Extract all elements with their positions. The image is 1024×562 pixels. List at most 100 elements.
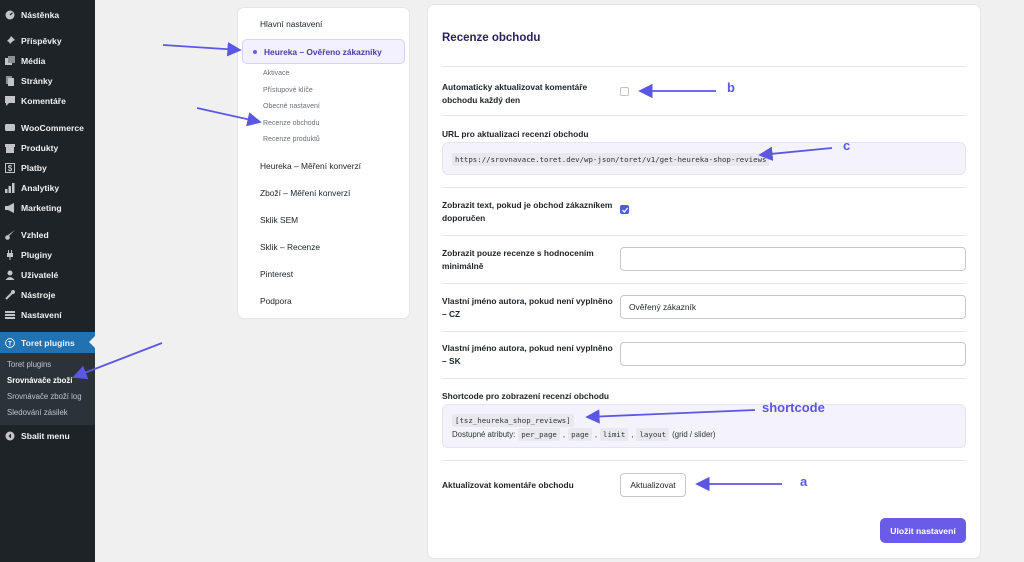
menu-label: Vzhled (21, 230, 49, 240)
menu-label: Analytiky (21, 183, 60, 193)
menu-item-media[interactable]: Média (0, 51, 95, 71)
active-dot-icon (253, 50, 257, 54)
arrow-to-heureka-nav (162, 41, 242, 57)
save-settings-button[interactable]: Uložit nastavení (880, 518, 966, 543)
submenu-item-srovnavace-zbozi[interactable]: Srovnávače zboží (7, 376, 72, 385)
archive-icon (5, 143, 15, 153)
menu-item-appearance[interactable]: Vzhled (0, 225, 95, 245)
menu-label: Příspěvky (21, 36, 62, 46)
svg-text:$: $ (8, 164, 13, 173)
divider (442, 460, 966, 461)
attr-per-page: per_page (518, 428, 560, 441)
url-code[interactable]: https://srovnavace.toret.dev/wp-json/tor… (452, 153, 770, 166)
dollar-icon: $ (5, 163, 15, 173)
menu-item-tools[interactable]: Nástroje (0, 285, 95, 305)
menu-label: Toret plugins (21, 337, 75, 348)
menu-item-dashboard[interactable]: Nástěnka (0, 5, 95, 25)
nav-active-label: Heureka – Ověřeno zákazníky (264, 47, 382, 57)
menu-label: Komentáře (21, 96, 66, 106)
nav-item-pinterest[interactable]: Pinterest (260, 269, 293, 279)
nav-item-zbozi-conversions[interactable]: Zboží – Měření konverzí (260, 188, 350, 198)
menu-label: Platby (21, 163, 47, 173)
media-icon (5, 56, 15, 66)
nav-item-main-settings[interactable]: Hlavní nastavení (260, 19, 322, 29)
dashboard-icon (5, 10, 15, 20)
menu-item-payments[interactable]: $ Platby (0, 158, 95, 178)
auto-update-label: Automaticky aktualizovat komentáře obcho… (442, 82, 588, 105)
submenu-item-sledovani-zasilek[interactable]: Sledování zásilek (7, 408, 68, 417)
author-cz-input[interactable]: Ověřený zákazník (620, 295, 966, 319)
menu-label: Nástěnka (21, 10, 60, 20)
shop-reviews-card: Recenze obchodu Automaticky aktualizovat… (428, 5, 980, 558)
collapse-menu-button[interactable]: Sbalit menu (0, 426, 95, 446)
divider (442, 283, 966, 284)
toret-icon: T (5, 337, 15, 348)
toret-submenu: Toret plugins Srovnávače zboží Srovnávač… (0, 353, 95, 425)
menu-item-toret-plugins[interactable]: T Toret plugins (0, 332, 95, 353)
divider (442, 187, 966, 188)
card-title: Recenze obchodu (442, 32, 541, 44)
nav-item-heureka-conversions[interactable]: Heureka – Měření konverzí (260, 161, 361, 171)
menu-item-posts[interactable]: Příspěvky (0, 31, 95, 51)
nav-sub-access-keys[interactable]: Přístupové klíče (263, 87, 313, 94)
comment-icon (5, 96, 15, 106)
annotation-a: a (800, 474, 808, 489)
divider (442, 66, 966, 67)
annotation-c: c (843, 138, 851, 153)
nav-item-sklik-reviews[interactable]: Sklik – Recenze (260, 242, 320, 252)
nav-item-heureka-overeno[interactable]: Heureka – Ověřeno zákazníky (242, 39, 405, 64)
menu-item-comments[interactable]: Komentáře (0, 91, 95, 111)
settings-icon (5, 310, 15, 320)
divider (442, 115, 966, 116)
attr-page: page (568, 428, 592, 441)
show-text-label: Zobrazit text, pokud je obchod zákazníke… (442, 200, 613, 223)
nav-sub-product-reviews[interactable]: Recenze produktů (263, 136, 320, 143)
shortcode-code[interactable]: [tsz_heureka_shop_reviews] (452, 414, 574, 427)
divider (442, 235, 966, 236)
nav-sub-activation[interactable]: Aktivace (263, 70, 289, 77)
divider (442, 331, 966, 332)
nav-item-sklik-sem[interactable]: Sklik SEM (260, 215, 298, 225)
divider (442, 378, 966, 379)
menu-label: WooCommerce (21, 123, 84, 133)
chart-icon (5, 183, 15, 193)
admin-sidebar: Nástěnka Příspěvky Média Stránky Komentá… (0, 0, 95, 562)
menu-item-users[interactable]: Uživatelé (0, 265, 95, 285)
menu-item-plugins[interactable]: Pluginy (0, 245, 95, 265)
annotation-shortcode: shortcode (762, 400, 825, 415)
menu-label: Nastavení (21, 310, 62, 320)
attr-layout: layout (636, 428, 670, 441)
nav-sub-shop-reviews[interactable]: Recenze obchodu (263, 120, 319, 127)
author-sk-label: Vlastní jméno autora, pokud není vyplněn… (442, 343, 613, 366)
menu-label: Nástroje (21, 290, 56, 300)
user-icon (5, 270, 15, 280)
collapse-icon (5, 431, 15, 441)
menu-item-analytics[interactable]: Analytiky (0, 178, 95, 198)
attr-limit: limit (600, 428, 629, 441)
attrs-suffix: (grid / slider) (672, 430, 716, 439)
menu-label: Uživatelé (21, 270, 59, 280)
menu-item-marketing[interactable]: Marketing (0, 198, 95, 218)
shortcode-box: [tsz_heureka_shop_reviews] Dostupné atri… (442, 404, 966, 448)
url-box: https://srovnavace.toret.dev/wp-json/tor… (442, 142, 966, 175)
menu-label: Sbalit menu (21, 431, 70, 441)
menu-label: Média (21, 56, 46, 66)
min-rating-input[interactable] (620, 247, 966, 271)
nav-sub-general[interactable]: Obecné nastavení (263, 103, 320, 110)
show-text-checkbox[interactable] (620, 205, 629, 214)
shortcode-attributes: Dostupné atributy: per_page, page, limit… (452, 428, 716, 441)
update-button[interactable]: Aktualizovat (620, 473, 686, 497)
wrench-icon (5, 290, 15, 300)
menu-item-products[interactable]: Produkty (0, 138, 95, 158)
checkmark-icon (622, 207, 629, 213)
menu-item-settings[interactable]: Nastavení (0, 305, 95, 325)
menu-label: Produkty (21, 143, 59, 153)
submenu-item-toret-plugins[interactable]: Toret plugins (7, 360, 51, 369)
author-sk-input[interactable] (620, 342, 966, 366)
submenu-item-srovnavace-log[interactable]: Srovnávače zboží log (7, 392, 82, 401)
auto-update-checkbox[interactable] (620, 87, 629, 96)
menu-item-woocommerce[interactable]: WooCommerce (0, 118, 95, 138)
nav-item-support[interactable]: Podpora (260, 296, 292, 306)
menu-item-pages[interactable]: Stránky (0, 71, 95, 91)
menu-label: Stránky (21, 76, 53, 86)
